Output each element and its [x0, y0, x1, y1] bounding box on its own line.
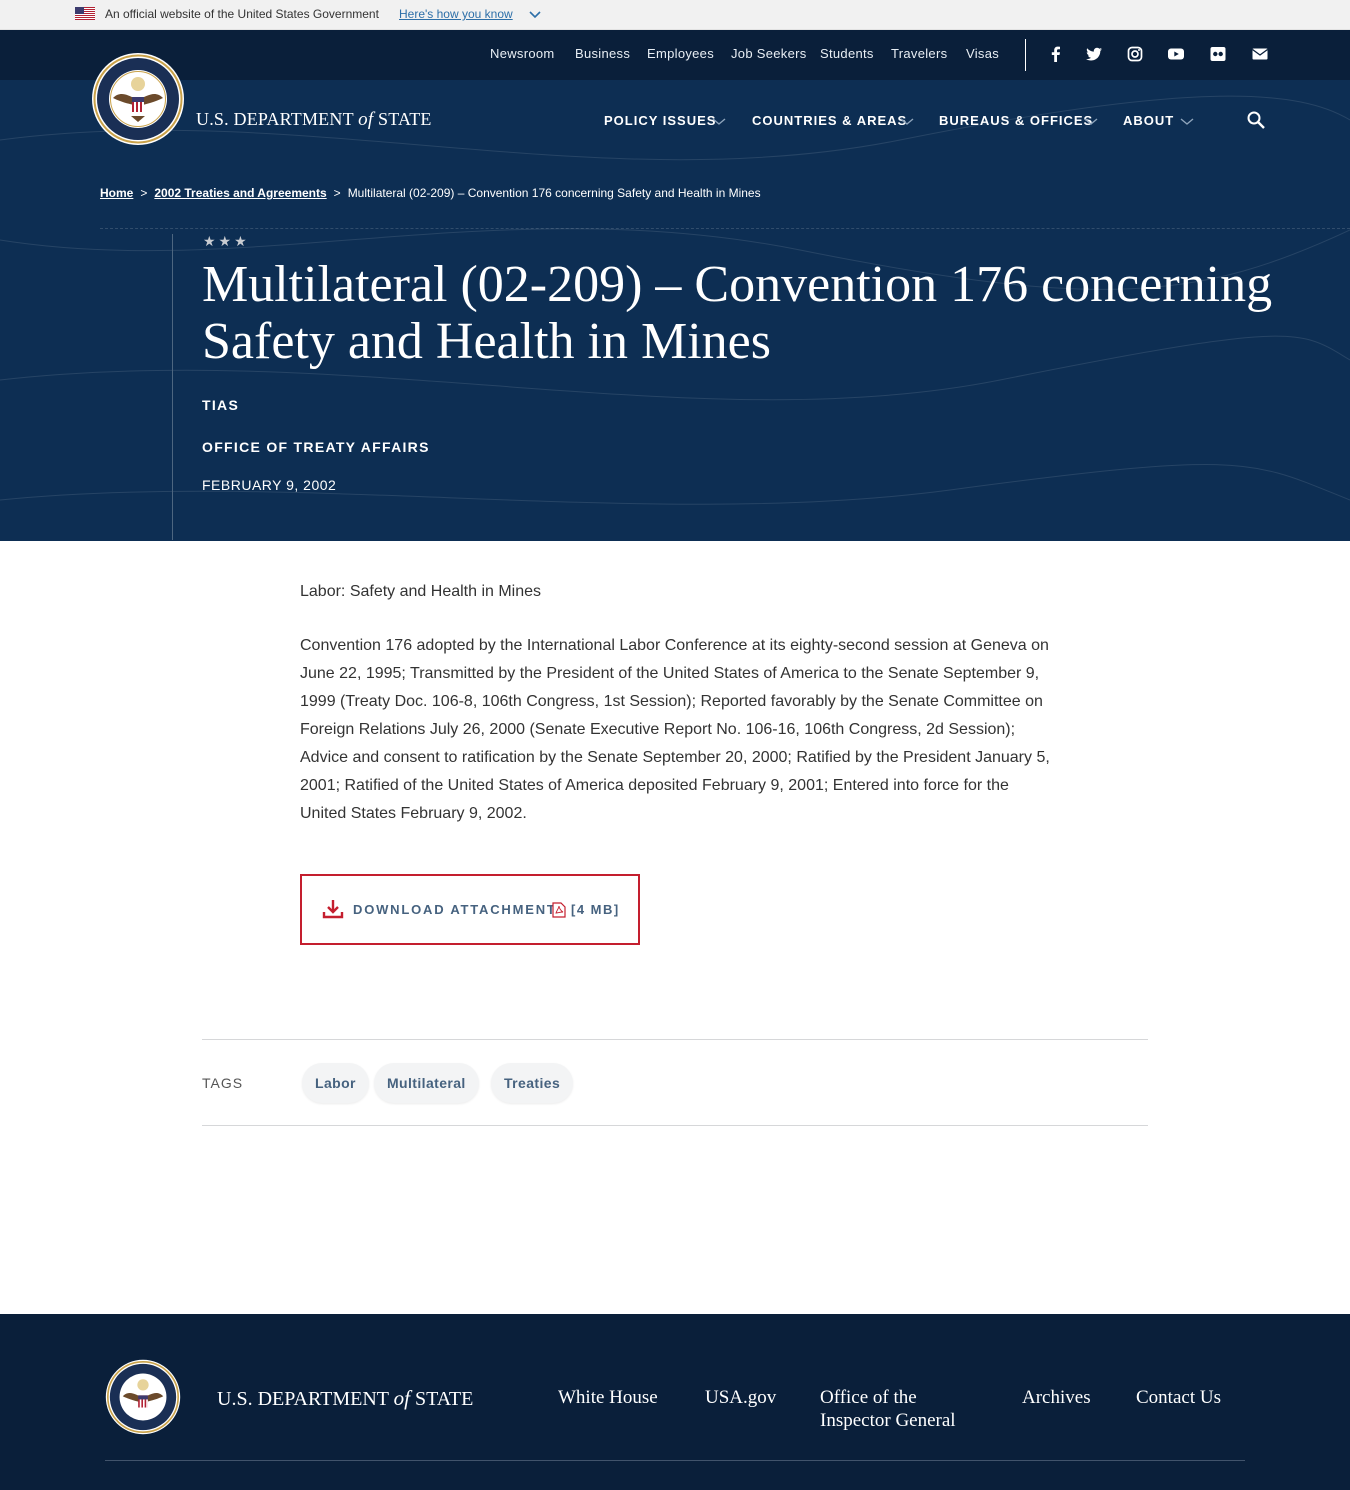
article-summary: Labor: Safety and Health in Mines — [300, 583, 542, 600]
utility-link-travelers[interactable]: Travelers — [891, 46, 947, 61]
page-title: Multilateral (02-209) – Convention 176 c… — [202, 256, 1273, 370]
facebook-icon[interactable] — [1047, 45, 1065, 63]
publish-date: FEBRUARY 9, 2002 — [202, 477, 337, 493]
youtube-icon[interactable] — [1167, 45, 1185, 63]
nav-about[interactable]: ABOUT — [1123, 113, 1174, 128]
footer-wordmark[interactable]: U.S. DEPARTMENT of STATE — [217, 1386, 473, 1411]
footer-link-usa-gov[interactable]: USA.gov — [705, 1386, 776, 1409]
wordmark-prefix: U.S. DEPARTMENT — [217, 1388, 394, 1410]
hero-divider — [100, 228, 1350, 229]
utility-link-students[interactable]: Students — [820, 46, 874, 61]
utility-nav: Newsroom Business Employees Job Seekers … — [0, 30, 1350, 80]
state-department-seal-logo[interactable] — [91, 52, 185, 146]
chevron-down-icon[interactable] — [712, 117, 726, 126]
article-paragraph: Convention 176 adopted by the Internatio… — [300, 637, 1050, 822]
how-you-know-link[interactable]: Here's how you know — [399, 7, 513, 21]
wordmark-suffix: STATE — [409, 1388, 474, 1410]
utility-link-newsroom[interactable]: Newsroom — [490, 46, 555, 61]
flickr-icon[interactable] — [1209, 45, 1227, 63]
tag-treaties[interactable]: Treaties — [491, 1063, 574, 1103]
chevron-down-icon[interactable] — [1084, 117, 1098, 126]
nav-bureaus-offices[interactable]: BUREAUS & OFFICES — [939, 113, 1093, 128]
tags-divider-top — [202, 1039, 1148, 1040]
chevron-down-icon[interactable] — [528, 9, 542, 19]
office-label: OFFICE OF TREATY AFFAIRS — [202, 439, 430, 455]
utility-link-business[interactable]: Business — [575, 46, 630, 61]
site-footer: U.S. DEPARTMENT of STATE White House USA… — [0, 1314, 1350, 1490]
download-icon — [322, 900, 344, 919]
breadcrumb-current: Multilateral (02-209) – Convention 176 c… — [347, 186, 761, 200]
utility-divider — [1025, 39, 1026, 71]
wordmark-prefix: U.S. DEPARTMENT — [196, 109, 359, 129]
content-type-label: TIAS — [202, 397, 240, 413]
official-government-banner: An official website of the United States… — [0, 0, 1350, 30]
utility-link-job-seekers[interactable]: Job Seekers — [731, 46, 807, 61]
breadcrumb-separator: > — [333, 186, 341, 200]
footer-link-white-house[interactable]: White House — [558, 1386, 658, 1409]
hero-vertical-rule — [172, 234, 173, 540]
utility-link-visas[interactable]: Visas — [966, 46, 999, 61]
tags-divider-bottom — [202, 1125, 1148, 1126]
breadcrumb-separator: > — [140, 186, 148, 200]
tag-multilateral[interactable]: Multilateral — [374, 1063, 479, 1103]
us-flag-icon — [75, 7, 95, 20]
download-file-size: [4 MB] — [571, 902, 620, 917]
download-label: DOWNLOAD ATTACHMENT — [353, 902, 557, 917]
twitter-icon[interactable] — [1085, 45, 1103, 63]
tag-labor[interactable]: Labor — [302, 1063, 369, 1103]
chevron-down-icon[interactable] — [1180, 117, 1194, 126]
wordmark-of: of — [358, 109, 374, 130]
nav-countries-areas[interactable]: COUNTRIES & AREAS — [752, 113, 907, 128]
instagram-icon[interactable] — [1126, 45, 1144, 63]
wordmark-suffix: STATE — [373, 109, 432, 129]
footer-link-contact-us[interactable]: Contact Us — [1136, 1386, 1221, 1409]
nav-policy-issues[interactable]: POLICY ISSUES — [604, 113, 716, 128]
chevron-down-icon[interactable] — [900, 117, 914, 126]
tags-label: TAGS — [202, 1075, 244, 1091]
email-icon[interactable] — [1251, 45, 1269, 63]
state-department-seal-logo[interactable] — [105, 1359, 181, 1435]
breadcrumb-home-link[interactable]: Home — [100, 186, 133, 200]
wordmark-of: of — [393, 1386, 410, 1410]
pdf-file-icon — [552, 902, 566, 918]
footer-divider — [105, 1460, 1245, 1461]
footer-link-inspector-general[interactable]: Office of the Inspector General — [820, 1386, 970, 1432]
search-icon[interactable] — [1246, 110, 1266, 130]
official-banner-text: An official website of the United States… — [105, 7, 379, 21]
utility-link-employees[interactable]: Employees — [647, 46, 714, 61]
breadcrumb: Home >2002 Treaties and Agreements > Multil… — [100, 186, 761, 200]
footer-link-archives[interactable]: Archives — [1022, 1386, 1091, 1409]
download-attachment-button[interactable]: DOWNLOAD ATTACHMENT [4 MB] — [300, 874, 640, 945]
article-body: Labor: Safety and Health in Mines Conven… — [300, 580, 1050, 828]
department-wordmark[interactable]: U.S. DEPARTMENT of STATE — [196, 109, 432, 131]
stars-decoration: ★★★ — [203, 233, 250, 249]
breadcrumb-parent-link[interactable]: 2002 Treaties and Agreements — [154, 186, 326, 200]
